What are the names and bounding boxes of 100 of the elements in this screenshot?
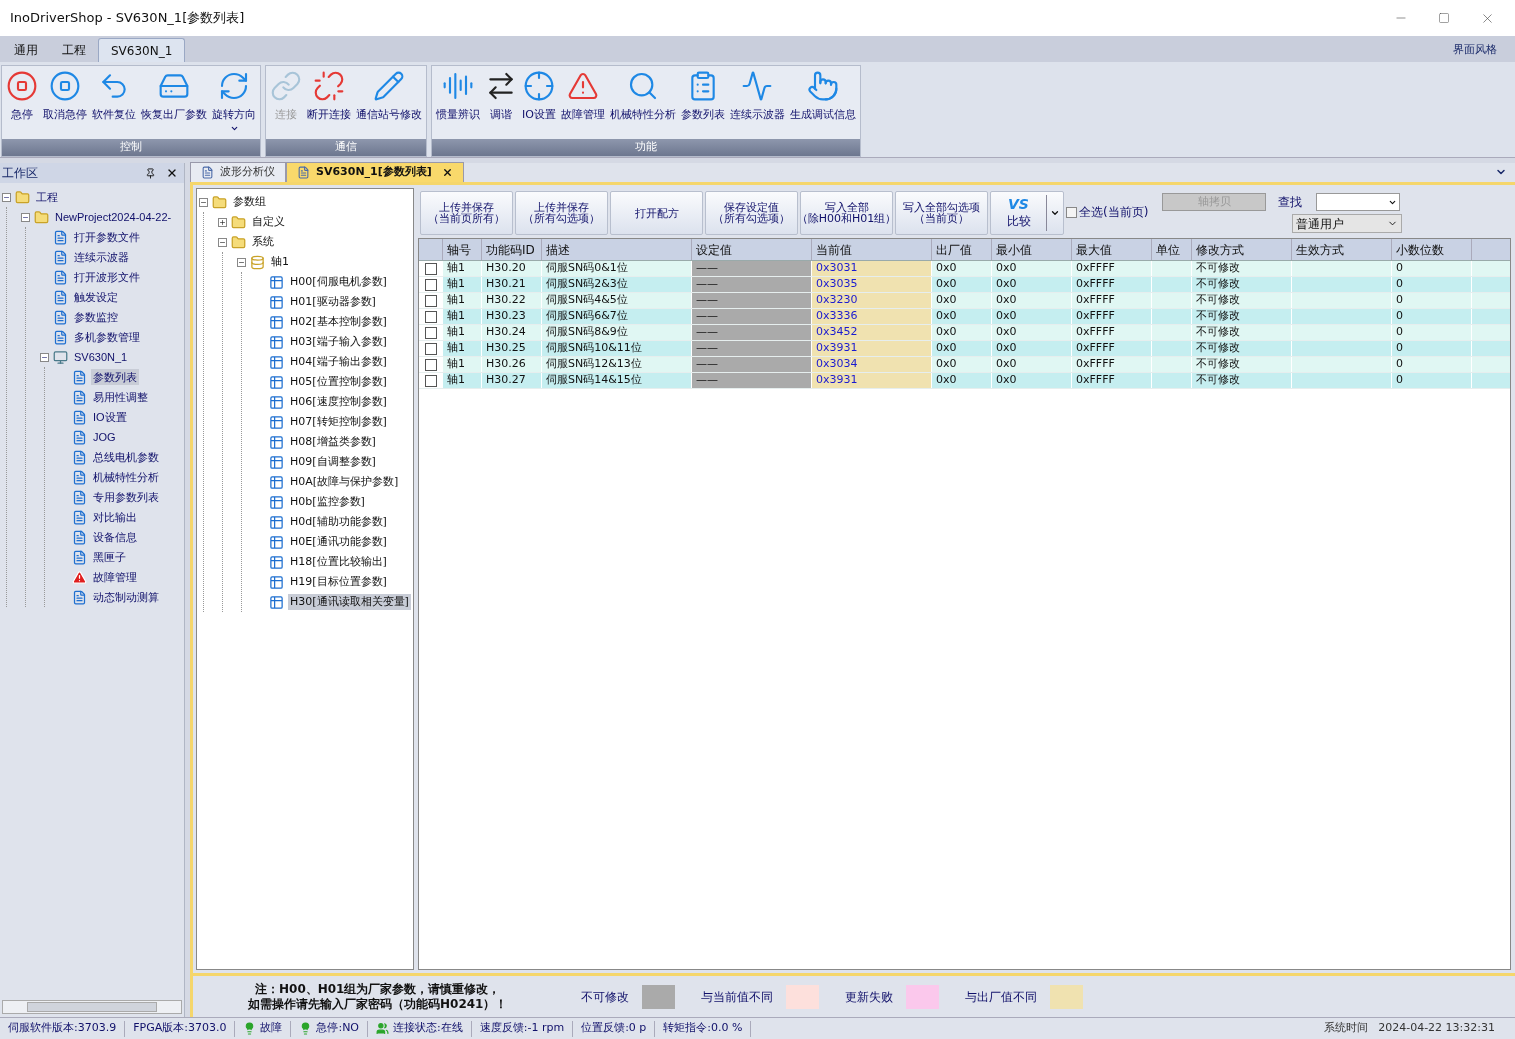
ribbon-button[interactable]: 故障管理: [558, 66, 607, 139]
ribbon-tab[interactable]: 通用: [2, 38, 50, 62]
tree-item[interactable]: 多机参数管理: [72, 328, 142, 346]
collapse-icon[interactable]: [21, 212, 30, 222]
document-icon: [72, 469, 87, 485]
tree-item[interactable]: H0E[通讯功能参数]: [288, 533, 389, 551]
stop-circle-icon: [49, 70, 81, 102]
tree-item[interactable]: 触发设定: [72, 288, 120, 306]
tree-item[interactable]: H0A[故障与保护参数]: [288, 473, 401, 491]
document-tab[interactable]: 波形分析仪: [190, 162, 286, 182]
table-cell: 不可修改: [1196, 276, 1240, 293]
pin-icon[interactable]: [145, 167, 156, 179]
tree-item[interactable]: H09[自调整参数]: [288, 453, 378, 471]
toolbar-button[interactable]: 上传并保存 （所有勾选项）: [515, 191, 608, 235]
toolbar-button[interactable]: 保存设定值 （所有勾选项）: [705, 191, 798, 235]
tree-item[interactable]: 对比输出: [91, 508, 139, 526]
collapse-icon[interactable]: [218, 237, 227, 247]
tree-item[interactable]: 机械特性分析: [91, 468, 161, 486]
ribbon-button[interactable]: 惯量辨识: [434, 66, 482, 139]
expand-icon[interactable]: [218, 217, 227, 227]
collapse-icon[interactable]: [2, 192, 11, 202]
toolbar-button[interactable]: 打开配方: [610, 191, 703, 235]
tree-item[interactable]: H18[位置比较输出]: [288, 553, 389, 571]
ribbon-button[interactable]: 恢复出厂参数: [139, 66, 209, 139]
toolbar-button[interactable]: 上传并保存 （当前页所有）: [420, 191, 513, 235]
ribbon-tab[interactable]: SV630N_1: [98, 38, 186, 62]
table-cell: 伺服SN码2&3位: [546, 276, 628, 293]
select-all-checkbox[interactable]: 全选(当前页): [1066, 203, 1149, 221]
tree-item[interactable]: 动态制动测算: [91, 588, 161, 606]
tree-item[interactable]: IO设置: [91, 408, 129, 426]
find-combobox[interactable]: [1316, 193, 1401, 211]
ribbon-button[interactable]: 生成调试信息: [787, 66, 858, 139]
collapse-icon[interactable]: [237, 257, 246, 267]
ribbon-button[interactable]: 断开连接: [305, 66, 353, 139]
tree-item[interactable]: 打开波形文件: [72, 268, 142, 286]
tree-item[interactable]: H02[基本控制参数]: [288, 313, 389, 331]
toolbar-button[interactable]: 写入全部 （除H00和H01组）: [800, 191, 893, 235]
ribbon-button[interactable]: 调谐: [483, 66, 519, 139]
ribbon-button[interactable]: 连续示波器: [727, 66, 787, 139]
tree-item[interactable]: 总线电机参数: [91, 448, 161, 466]
tree-item[interactable]: H30[通讯读取相关变量]: [288, 593, 411, 611]
tree-item[interactable]: 专用参数列表: [91, 488, 161, 506]
ribbon-tab[interactable]: 工程: [50, 38, 98, 62]
tree-item[interactable]: H00[伺服电机参数]: [288, 273, 389, 291]
tree-item[interactable]: SV630N_1: [72, 348, 130, 366]
tree-item[interactable]: 故障管理: [91, 568, 139, 586]
row-checkbox[interactable]: [425, 294, 437, 307]
toolbar-button[interactable]: 写入全部勾选项 （当前页）: [895, 191, 988, 235]
tree-item[interactable]: 自定义: [250, 213, 287, 231]
tree-item[interactable]: H08[增益类参数]: [288, 433, 378, 451]
ribbon-button[interactable]: 参数列表: [678, 66, 727, 139]
ribbon-button[interactable]: 通信站号修改: [354, 66, 424, 139]
ribbon-button[interactable]: 机械特性分析: [607, 66, 678, 139]
maximize-icon[interactable]: [1438, 12, 1450, 24]
tree-item[interactable]: H19[目标位置参数]: [288, 573, 389, 591]
tree-item[interactable]: H05[位置控制参数]: [288, 373, 389, 391]
document-icon: [72, 429, 87, 445]
tree-item[interactable]: 系统: [250, 233, 276, 251]
tree-item[interactable]: 连续示波器: [72, 248, 131, 266]
status-text: 伺服软件版本:3703.9: [8, 1020, 117, 1037]
tree-item[interactable]: 轴1: [269, 253, 291, 271]
collapse-icon[interactable]: [199, 197, 208, 207]
row-checkbox[interactable]: [425, 342, 437, 355]
row-checkbox[interactable]: [425, 310, 437, 323]
user-level-dropdown[interactable]: 普通用户: [1292, 214, 1403, 233]
collapse-icon[interactable]: [40, 352, 49, 362]
tree-item[interactable]: 黑匣子: [91, 548, 128, 566]
tree-item[interactable]: 参数监控: [72, 308, 120, 326]
tree-item[interactable]: 易用性调整: [91, 388, 150, 406]
tree-item[interactable]: H0d[辅助功能参数]: [288, 513, 389, 531]
close-icon[interactable]: [166, 167, 178, 179]
tree-item[interactable]: H0b[监控参数]: [288, 493, 367, 511]
tree-item[interactable]: H03[端子输入参数]: [288, 333, 389, 351]
ribbon-button[interactable]: 急停: [4, 66, 40, 139]
tree-item[interactable]: H07[转矩控制参数]: [288, 413, 389, 431]
tree-item[interactable]: 打开参数文件: [72, 228, 142, 246]
table-cell: H30.20: [486, 260, 526, 277]
row-checkbox[interactable]: [425, 278, 437, 291]
row-checkbox[interactable]: [425, 358, 437, 371]
tree-item[interactable]: 设备信息: [91, 528, 139, 546]
tree-item[interactable]: 参数列表: [91, 368, 139, 386]
tree-item[interactable]: 工程: [34, 188, 60, 206]
row-checkbox[interactable]: [425, 262, 437, 275]
compare-button[interactable]: VS 比较: [990, 191, 1064, 235]
tree-item[interactable]: NewProject2024-04-22-: [53, 208, 174, 226]
theme-link[interactable]: 界面风格: [1453, 41, 1497, 58]
row-checkbox[interactable]: [425, 374, 437, 387]
ribbon-button[interactable]: 取消急停: [41, 66, 89, 139]
document-tab[interactable]: SV630N_1[参数列表]: [286, 162, 464, 182]
row-checkbox[interactable]: [425, 326, 437, 339]
close-icon[interactable]: [441, 167, 453, 178]
ribbon-button[interactable]: 软件复位: [90, 66, 138, 139]
tree-item[interactable]: H04[端子输出参数]: [288, 353, 389, 371]
tree-item[interactable]: H06[速度控制参数]: [288, 393, 389, 411]
tree-item[interactable]: H01[驱动器参数]: [288, 293, 378, 311]
tree-item[interactable]: 参数组: [231, 193, 268, 211]
tree-item[interactable]: JOG: [91, 428, 118, 446]
horizontal-scrollbar[interactable]: [2, 1000, 182, 1014]
ribbon-button[interactable]: IO设置: [520, 66, 558, 139]
ribbon-button[interactable]: 旋转方向: [210, 66, 258, 139]
